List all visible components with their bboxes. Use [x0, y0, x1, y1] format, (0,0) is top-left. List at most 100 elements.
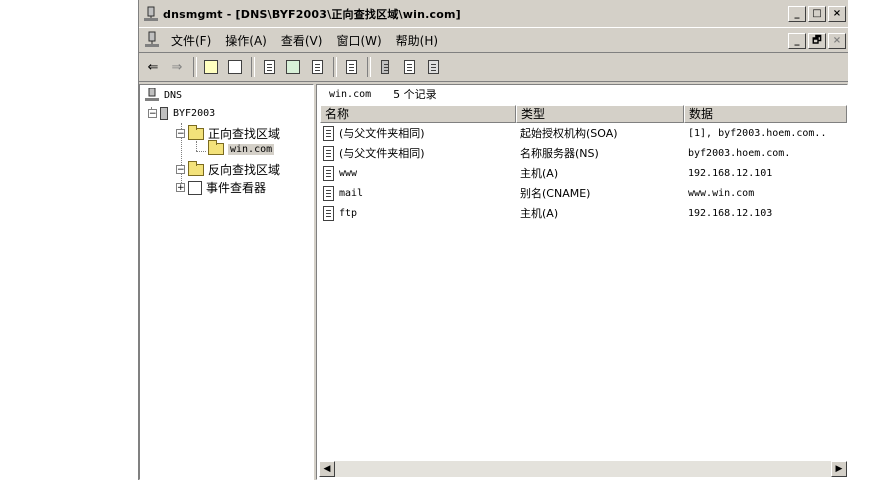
details-pane: win.com 5 个记录 名称 类型 数据 (与父文件夹相同) 起始授权机构(…: [316, 84, 848, 480]
help-icon: [345, 60, 357, 74]
scroll-right-button[interactable]: ▶: [831, 461, 847, 477]
record-icon: [323, 165, 334, 181]
new-record-button[interactable]: [399, 57, 419, 77]
toolbar-separator: [251, 57, 255, 77]
horizontal-scrollbar[interactable]: ◀ ▶: [319, 461, 847, 477]
toolbar-separator: [367, 57, 371, 77]
up-one-level-button[interactable]: [201, 57, 221, 77]
record-name: ftp: [339, 207, 358, 219]
menu-action[interactable]: 操作(A): [225, 32, 267, 49]
record-icon: [323, 205, 334, 221]
server-icon: [381, 60, 389, 74]
record-icon: [323, 185, 334, 201]
mdi-close-button[interactable]: ×: [828, 33, 846, 49]
menu-bar: 文件(F) 操作(A) 查看(V) 窗口(W) 帮助(H) _ 🗗 ×: [139, 27, 848, 53]
column-header-data[interactable]: 数据: [684, 105, 847, 123]
record-type: 起始授权机构(SOA): [520, 127, 618, 140]
properties-button[interactable]: [259, 57, 279, 77]
record-icon: [323, 125, 334, 141]
up-folder-icon: [204, 60, 218, 74]
dns-app-icon: [143, 6, 159, 22]
scroll-left-button[interactable]: ◀: [319, 461, 335, 477]
toolbar-separator: [333, 57, 337, 77]
window-title: dnsmgmt - [DNS\BYF2003\正向查找区域\win.com]: [163, 8, 461, 21]
folder-icon: [188, 160, 204, 176]
close-button[interactable]: ×: [828, 6, 846, 22]
toolbar-separator: [193, 57, 197, 77]
expand-icon[interactable]: +: [176, 183, 185, 193]
table-row[interactable]: www 主机(A) 192.168.12.101: [320, 163, 847, 183]
record-name: mail: [339, 187, 364, 199]
table-row[interactable]: mail 别名(CNAME) www.win.com: [320, 183, 847, 203]
event-viewer-icon: [188, 180, 202, 195]
console-tree-icon: [228, 60, 242, 74]
export-list-button[interactable]: [307, 57, 327, 77]
details-header: win.com 5 个记录: [317, 85, 847, 103]
tree-label-event-viewer: 事件查看器: [206, 181, 267, 195]
toolbar: ⇐ ⇒: [139, 53, 848, 82]
column-header-name[interactable]: 名称: [320, 105, 516, 123]
table-row[interactable]: (与父文件夹相同) 起始授权机构(SOA) [1], byf2003.hoem.…: [320, 123, 847, 143]
tree-label-dns: DNS: [164, 89, 183, 101]
folder-icon: [188, 124, 204, 140]
export-list-icon: [311, 60, 323, 74]
mdi-restore-button[interactable]: 🗗: [808, 33, 826, 49]
record-type: 名称服务器(NS): [520, 147, 599, 160]
record-type: 别名(CNAME): [520, 187, 591, 200]
collapse-icon[interactable]: −: [148, 109, 157, 119]
refresh-icon: [286, 60, 300, 74]
back-button[interactable]: ⇐: [143, 57, 163, 77]
record-type: 主机(A): [520, 167, 559, 180]
tree-node-server[interactable]: − BYF2003: [148, 107, 215, 120]
tree-node-zone-win-com[interactable]: win.com: [208, 140, 275, 155]
tree-node-forward-zones[interactable]: − 正向查找区域: [176, 124, 281, 142]
record-icon: [403, 60, 415, 74]
help-button[interactable]: [341, 57, 361, 77]
mmc-window: dnsmgmt - [DNS\BYF2003\正向查找区域\win.com] _…: [138, 0, 848, 480]
record-count: 5 个记录: [393, 88, 437, 101]
record-data: www.win.com: [688, 187, 755, 199]
tree-line: [196, 141, 197, 151]
menu-view[interactable]: 查看(V): [281, 32, 323, 49]
server-button[interactable]: [375, 57, 395, 77]
record-data: byf2003.hoem.com.: [688, 147, 791, 159]
new-zone-button[interactable]: [423, 57, 443, 77]
refresh-button[interactable]: [283, 57, 303, 77]
forward-arrow-icon: ⇒: [171, 59, 183, 75]
menu-file[interactable]: 文件(F): [171, 32, 211, 49]
record-name: (与父文件夹相同): [339, 147, 425, 160]
record-icon: [323, 145, 334, 161]
zone-icon: [427, 60, 439, 74]
back-arrow-icon: ⇐: [147, 59, 159, 75]
console-icon[interactable]: [143, 31, 161, 49]
show-hide-tree-button[interactable]: [225, 57, 245, 77]
collapse-icon[interactable]: −: [176, 165, 185, 175]
title-bar[interactable]: dnsmgmt - [DNS\BYF2003\正向查找区域\win.com] _…: [139, 2, 848, 26]
table-row[interactable]: ftp 主机(A) 192.168.12.103: [320, 203, 847, 223]
tree-line: [196, 151, 206, 152]
details-zone-name: win.com: [329, 88, 372, 100]
zone-folder-icon: [208, 140, 224, 155]
tree-label-server: BYF2003: [173, 108, 216, 119]
tree-label-reverse-zones: 反向查找区域: [208, 163, 281, 177]
record-name: www: [339, 167, 358, 179]
record-data: 192.168.12.103: [688, 207, 773, 219]
tree-node-event-viewer[interactable]: + 事件查看器: [176, 179, 266, 196]
record-list: (与父文件夹相同) 起始授权机构(SOA) [1], byf2003.hoem.…: [320, 123, 847, 223]
table-row[interactable]: (与父文件夹相同) 名称服务器(NS) byf2003.hoem.com.: [320, 143, 847, 163]
column-header-type[interactable]: 类型: [516, 105, 684, 123]
properties-icon: [263, 60, 275, 74]
menu-window[interactable]: 窗口(W): [336, 32, 381, 49]
tree-label-zone: win.com: [228, 143, 275, 155]
forward-button[interactable]: ⇒: [167, 57, 187, 77]
maximize-button[interactable]: □: [808, 6, 826, 22]
record-type: 主机(A): [520, 207, 559, 220]
mdi-minimize-button[interactable]: _: [788, 33, 806, 49]
collapse-icon[interactable]: −: [176, 129, 185, 139]
tree-node-reverse-zones[interactable]: − 反向查找区域: [176, 160, 281, 178]
tree-label-forward-zones: 正向查找区域: [208, 127, 281, 141]
record-data: [1], byf2003.hoem.com..: [688, 127, 827, 139]
minimize-button[interactable]: _: [788, 6, 806, 22]
tree-node-dns[interactable]: DNS: [144, 87, 183, 102]
menu-help[interactable]: 帮助(H): [396, 32, 438, 49]
